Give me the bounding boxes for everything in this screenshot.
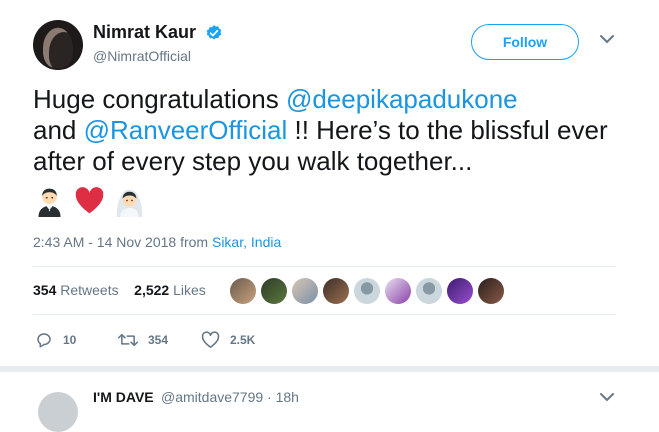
mention-link[interactable]: @deepikapadukone <box>286 84 518 114</box>
author-handle[interactable]: @NimratOfficial <box>93 48 191 64</box>
liker-avatar[interactable] <box>230 278 256 304</box>
engagement-stats: 354 Retweets 2,522 Likes <box>33 282 206 298</box>
reply-author-name[interactable]: I'M DAVE <box>93 389 154 405</box>
like-count: 2.5K <box>230 333 256 347</box>
divider <box>33 266 616 267</box>
retweet-action[interactable]: 354 <box>118 331 168 349</box>
liker-avatar[interactable] <box>478 278 504 304</box>
reply-icon <box>37 333 51 348</box>
timestamp[interactable]: 2:43 AM - 14 Nov 2018 from <box>33 234 212 250</box>
verified-badge-icon <box>206 25 222 40</box>
chevron-down-icon[interactable] <box>599 392 615 402</box>
retweets-count: 354 <box>33 282 57 298</box>
liker-avatar[interactable] <box>385 278 411 304</box>
heart-icon <box>201 331 220 348</box>
retweet-stat[interactable]: 354 Retweets <box>33 282 119 298</box>
liker-avatar[interactable] <box>323 278 349 304</box>
liker-avatar[interactable] <box>416 278 442 304</box>
author-avatar[interactable] <box>33 20 83 70</box>
tweet-text-part: Huge congratulations <box>33 84 286 114</box>
reply-count: 10 <box>63 333 77 347</box>
reply-author-avatar[interactable] <box>38 392 78 432</box>
retweets-label: Retweets <box>60 282 119 298</box>
tweet-metadata: 2:43 AM - 14 Nov 2018 from Sikar, India <box>33 234 281 250</box>
tweet-text-part: and <box>33 115 84 145</box>
likes-label: Likes <box>173 282 206 298</box>
retweet-count: 354 <box>148 333 169 347</box>
reply-action[interactable]: 10 <box>35 331 76 349</box>
liker-avatar[interactable] <box>261 278 287 304</box>
likes-stat[interactable]: 2,522 Likes <box>134 282 206 298</box>
tweet-text: Huge congratulations @deepikapadukone and… <box>33 84 633 177</box>
emoji-row <box>33 184 146 220</box>
liker-avatar[interactable] <box>292 278 318 304</box>
liker-avatar[interactable] <box>354 278 380 304</box>
section-separator <box>0 366 659 372</box>
mention-link[interactable]: @RanveerOfficial <box>84 115 288 145</box>
liker-avatar[interactable] <box>447 278 473 304</box>
like-action[interactable]: 2.5K <box>201 331 255 349</box>
likers-avatars <box>230 278 504 304</box>
bride-with-veil-icon <box>116 189 143 217</box>
author-name[interactable]: Nimrat Kaur <box>93 22 196 43</box>
groom-emoji-icon <box>38 188 61 217</box>
reply-author-handle[interactable]: @amitdave7799 · 18h <box>161 389 299 405</box>
divider <box>33 314 616 315</box>
red-heart-icon <box>75 187 104 214</box>
retweet-icon <box>118 333 138 347</box>
chevron-down-icon[interactable] <box>599 34 615 44</box>
likes-count: 2,522 <box>134 282 170 298</box>
follow-button[interactable]: Follow <box>471 24 579 60</box>
location-link[interactable]: Sikar, India <box>212 234 281 250</box>
